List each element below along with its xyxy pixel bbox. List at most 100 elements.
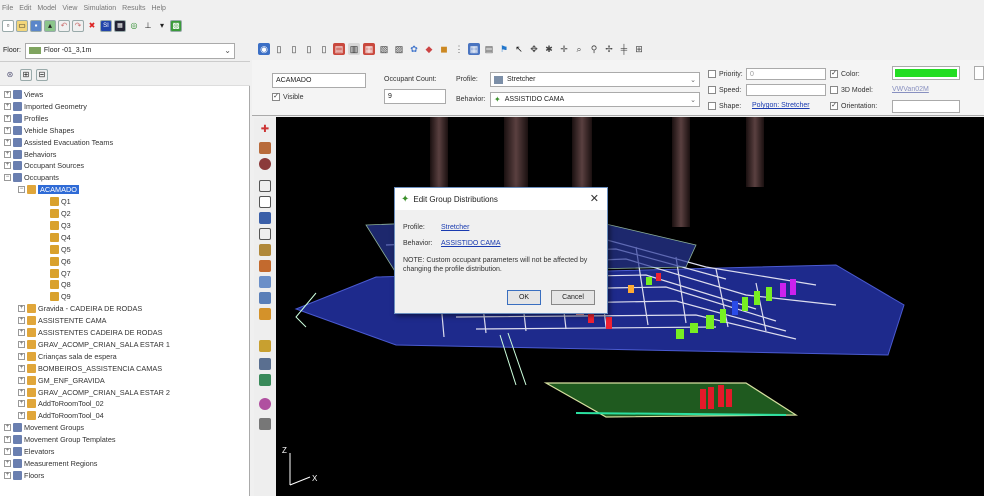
view-iso-icon[interactable]: ▯	[318, 43, 330, 55]
tree-item[interactable]: + Elevators	[4, 446, 54, 457]
tree-item[interactable]: + Floors	[4, 470, 44, 481]
table-tool-icon[interactable]	[259, 358, 271, 370]
tree-item[interactable]: Q8	[50, 279, 71, 290]
tree-item[interactable]: + Occupant Sources	[4, 160, 84, 171]
tree-item[interactable]: + Vehicle Shapes	[4, 125, 74, 136]
menu-help[interactable]: Help	[152, 5, 166, 12]
render-rooms-icon[interactable]: ▨	[393, 43, 405, 55]
view-3d-icon[interactable]: ◉	[258, 43, 270, 55]
grid-tool-icon[interactable]	[259, 418, 271, 430]
grid-icon[interactable]: ▩	[170, 20, 182, 32]
view-top-icon[interactable]: ▯	[273, 43, 285, 55]
expand-toggle-icon[interactable]: +	[4, 114, 11, 122]
tree-item[interactable]: + Assisted Evacuation Teams	[4, 137, 113, 148]
orientation-checkbox[interactable]: ✓ Orientation:	[830, 102, 877, 110]
tree-item[interactable]: + AddToRoomTool_04	[18, 410, 104, 421]
arrow-icon[interactable]: ▾	[156, 20, 168, 32]
person-icon[interactable]: ⚑	[498, 43, 510, 55]
wall-tool-icon[interactable]	[259, 180, 271, 192]
expand-toggle-icon[interactable]: +	[18, 329, 25, 336]
priority-field[interactable]: 0	[746, 68, 826, 80]
render-floors-icon[interactable]: ▥	[348, 43, 360, 55]
rename-icon[interactable]: ⊥	[142, 20, 154, 32]
table-icon[interactable]: ▤	[483, 43, 495, 55]
3d-viewport[interactable]: Z X	[276, 117, 984, 496]
menu-view[interactable]: View	[62, 5, 77, 12]
expand-toggle-icon[interactable]: +	[4, 424, 11, 432]
shape-checkbox[interactable]: Shape:	[708, 102, 741, 110]
color-checkbox[interactable]: ✓ Color:	[830, 70, 860, 78]
expand-toggle-icon[interactable]: +	[4, 91, 11, 98]
occupants-icon[interactable]: ✿	[408, 43, 420, 55]
tree-item[interactable]: Q4	[50, 232, 71, 243]
occupant-count-field[interactable]: 9	[384, 89, 446, 104]
priority-checkbox[interactable]: Priority:	[708, 70, 743, 78]
walk-icon[interactable]: ✱	[543, 43, 555, 55]
fit-icon[interactable]: ╪	[618, 43, 630, 55]
expand-toggle-icon[interactable]: +	[4, 436, 11, 444]
tree-item[interactable]: Q5	[50, 244, 71, 255]
profile-select[interactable]: Stretcher ⌄	[490, 72, 700, 87]
speed-checkbox[interactable]: Speed:	[708, 86, 741, 94]
results-icon[interactable]: ▦	[114, 20, 126, 32]
tree-item[interactable]: + BOMBEIROS_ASSISTENCIA CAMAS	[18, 363, 162, 374]
models-checkbox[interactable]: 3D Model:	[830, 86, 873, 94]
fit-all-icon[interactable]: ⊞	[633, 43, 645, 55]
colors-icon[interactable]: ◆	[423, 43, 435, 55]
tree-item[interactable]: + Crianças sala de espera	[18, 351, 117, 362]
tree-item[interactable]: − ACAMADO	[18, 184, 79, 195]
filter-icon[interactable]: ⊛	[4, 69, 16, 81]
render-walls-icon[interactable]: ▤	[333, 43, 345, 55]
run-sim-icon[interactable]: SI	[100, 20, 112, 32]
expand-toggle-icon[interactable]: +	[18, 388, 25, 396]
menu-edit[interactable]: Edit	[19, 5, 31, 12]
menu-simulation[interactable]: Simulation	[83, 5, 116, 12]
tree-item[interactable]: + GM_ENF_GRAVIDA	[18, 375, 105, 386]
tree-item[interactable]: + AddToRoomTool_02	[18, 398, 104, 409]
tree-item[interactable]: Q2	[50, 208, 71, 219]
redo-icon[interactable]: ↷	[72, 20, 84, 32]
tree-item[interactable]: + Behaviors	[4, 149, 56, 160]
tree-item[interactable]: + Measurement Regions	[4, 458, 97, 469]
view-side-icon[interactable]: ▯	[303, 43, 315, 55]
dialog-profile-link[interactable]: Stretcher	[441, 224, 469, 231]
ok-button[interactable]: OK	[507, 290, 541, 305]
tree-item[interactable]: + Profiles	[4, 113, 48, 124]
zoom-icon[interactable]: ⌕	[573, 43, 585, 55]
expand-toggle-icon[interactable]: +	[4, 102, 11, 110]
tree-item[interactable]: + ASSISTENTES CADEIRA DE RODAS	[18, 327, 162, 338]
target-tool-icon[interactable]	[259, 292, 271, 304]
expand-toggle-icon[interactable]: +	[18, 364, 25, 372]
dialog-behavior-link[interactable]: ASSISTIDO CAMA	[441, 240, 501, 247]
door-tool-icon[interactable]	[259, 196, 271, 208]
shape-link[interactable]: Polygon: Stretcher	[752, 102, 810, 109]
expand-toggle-icon[interactable]: −	[4, 174, 11, 182]
expand-toggle-icon[interactable]: +	[18, 305, 25, 313]
stair-tool-icon[interactable]	[259, 212, 271, 224]
ramp-tool-icon[interactable]	[259, 228, 271, 240]
zoom-box-icon[interactable]: ⚲	[588, 43, 600, 55]
orbit-icon[interactable]: ✥	[528, 43, 540, 55]
open-icon[interactable]: ▭	[16, 20, 28, 32]
tree-item[interactable]: + Imported Geometry	[4, 101, 87, 112]
tree-item[interactable]: + GRAV_ACOMP_CRIAN_SALA ESTAR 2	[18, 387, 170, 398]
paths-icon[interactable]: ⋮	[453, 43, 465, 55]
color-swatch[interactable]	[892, 66, 960, 80]
expand-toggle-icon[interactable]: +	[18, 376, 25, 384]
expand-toggle-icon[interactable]: +	[4, 448, 11, 455]
expand-toggle-icon[interactable]: −	[18, 186, 25, 194]
render-stairs-icon[interactable]: ▧	[378, 43, 390, 55]
new-icon[interactable]: ▫	[2, 20, 14, 32]
tree-item[interactable]: Q7	[50, 268, 71, 279]
visible-checkbox[interactable]: ✓ Visible	[272, 93, 304, 101]
tree-item[interactable]: Q3	[50, 220, 71, 231]
pointer-tool-icon[interactable]: ✚	[259, 124, 271, 136]
tree-item[interactable]: Q1	[50, 196, 71, 207]
cancel-button[interactable]: Cancel	[551, 290, 595, 305]
exit-tool-icon[interactable]	[259, 244, 271, 256]
labels-icon[interactable]: ◼	[438, 43, 450, 55]
occupant-tool-icon[interactable]	[259, 158, 271, 170]
menu-file[interactable]: File	[2, 5, 13, 12]
tree-item[interactable]: + Movement Group Templates	[4, 434, 116, 445]
import-icon[interactable]: ▴	[44, 20, 56, 32]
